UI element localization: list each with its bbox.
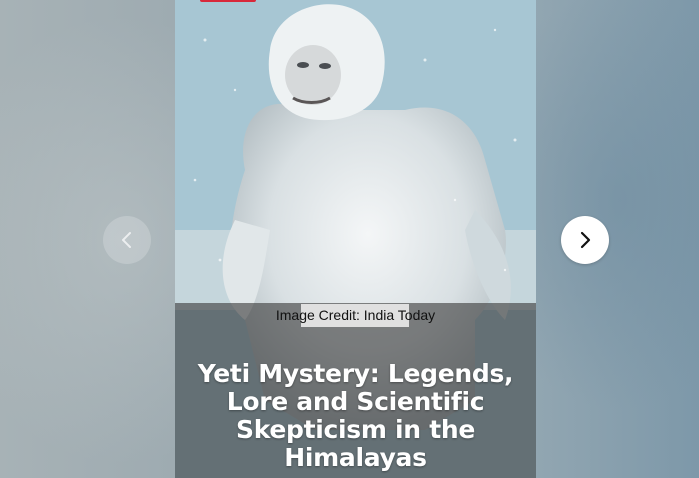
image-credit: Image Credit: India Today (275, 307, 436, 323)
chevron-right-icon (580, 231, 591, 249)
previous-button[interactable] (103, 216, 151, 264)
chevron-left-icon (122, 232, 131, 248)
next-button[interactable] (561, 216, 609, 264)
story-badge (200, 0, 256, 2)
story-title[interactable]: Yeti Mystery: Legends, Lore and Scientif… (185, 360, 526, 472)
story-card[interactable]: Image Credit: India Today Yeti Mystery: … (175, 0, 536, 478)
